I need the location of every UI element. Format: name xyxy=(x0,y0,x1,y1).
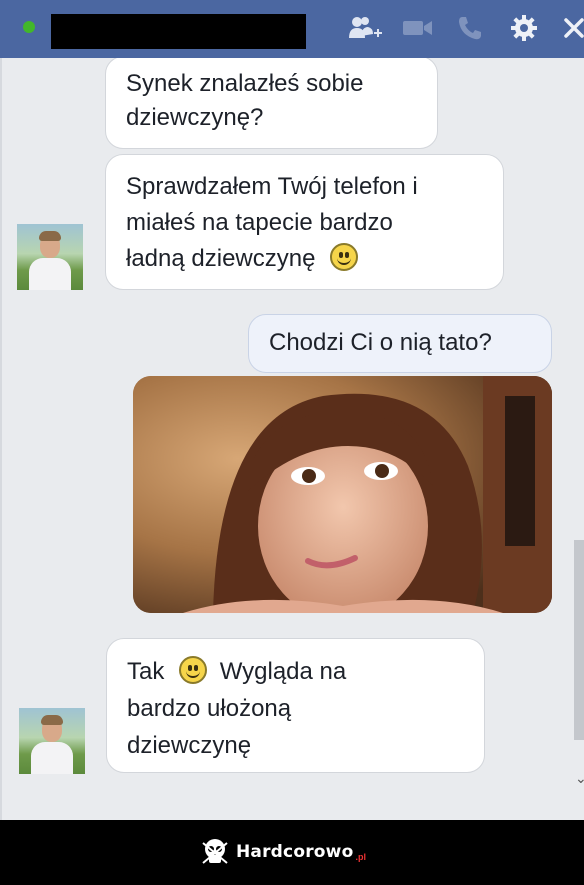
watermark-text: Hardcorowo xyxy=(236,842,354,862)
message-text: Tak xyxy=(127,658,165,685)
message-bubble-incoming: Tak Wygląda na bardzo ułożoną dziewczynę xyxy=(106,638,485,773)
message-line: dziewczynę? xyxy=(126,104,264,131)
scroll-down-arrow-icon[interactable]: ⌄ xyxy=(575,770,584,787)
chat-header xyxy=(0,0,584,58)
close-icon[interactable] xyxy=(563,13,584,43)
message-line: bardzo ułożoną xyxy=(127,695,292,722)
online-status-dot xyxy=(23,21,35,33)
watermark: Hardcorowo .pl xyxy=(200,836,366,868)
message-line: Sprawdzałem Twój telefon i xyxy=(126,173,418,200)
shared-photo[interactable] xyxy=(133,376,552,613)
message-bubble-incoming: Sprawdzałem Twój telefon i miałeś na tap… xyxy=(105,154,504,290)
message-text: Chodzi Ci o nią tato? xyxy=(269,329,492,356)
add-friend-icon[interactable] xyxy=(347,13,383,43)
message-line: Synek znalazłeś sobie xyxy=(126,70,364,97)
message-line: dziewczynę xyxy=(127,732,252,759)
contact-name-redacted xyxy=(51,14,306,49)
contact-avatar[interactable] xyxy=(17,224,83,290)
phone-icon[interactable] xyxy=(456,13,484,43)
message-thread[interactable]: Synek znalazłeś sobie dziewczynę? Sprawd… xyxy=(0,58,584,820)
message-line: Tak Wygląda na xyxy=(127,653,464,690)
message-line: ładną dziewczynę xyxy=(126,241,483,277)
smiley-emoji-icon xyxy=(330,243,359,271)
message-line: miałeś na tapecie bardzo xyxy=(126,209,393,236)
message-bubble-incoming: Synek znalazłeś sobie dziewczynę? xyxy=(105,58,438,149)
photo-content xyxy=(133,376,552,613)
thread-border xyxy=(0,58,2,820)
contact-avatar[interactable] xyxy=(19,708,85,774)
watermark-bar: Hardcorowo .pl xyxy=(0,820,584,885)
message-bubble-outgoing: Chodzi Ci o nią tato? xyxy=(248,314,552,373)
message-text: ładną dziewczynę xyxy=(126,245,316,272)
watermark-suffix: .pl xyxy=(355,852,366,862)
gear-icon[interactable] xyxy=(509,13,539,43)
video-call-icon[interactable] xyxy=(402,13,434,43)
smiley-emoji-icon xyxy=(179,656,208,684)
skull-icon xyxy=(202,839,228,864)
message-text: Wygląda na xyxy=(219,658,347,685)
scrollbar-thumb[interactable] xyxy=(574,540,584,740)
